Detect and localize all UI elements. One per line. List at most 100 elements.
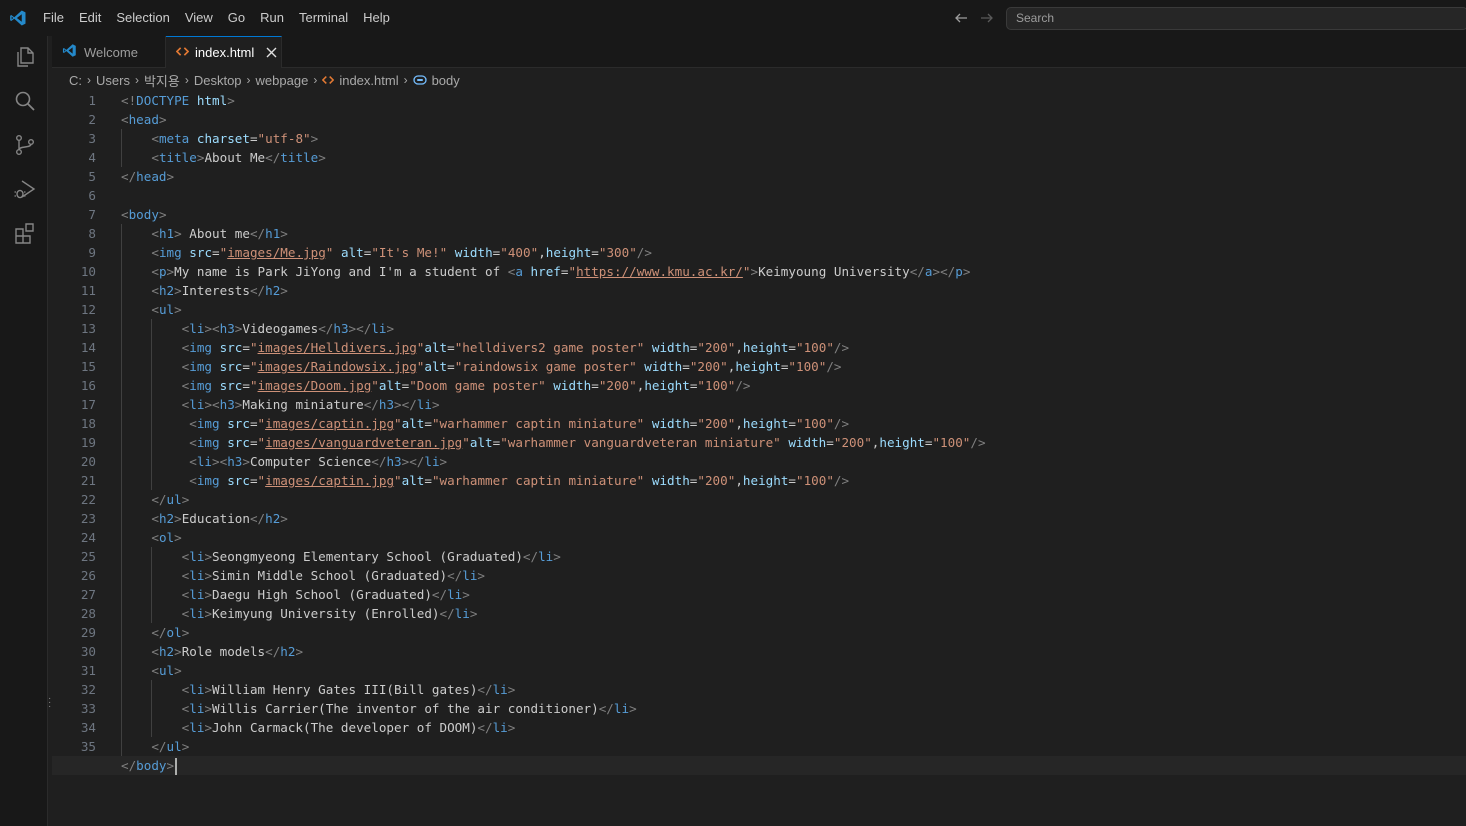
code-token: "200" [689, 359, 728, 374]
menu-edit[interactable]: Edit [72, 0, 109, 36]
code-token: > [166, 758, 175, 773]
code-line[interactable]: <img src="images/Doom.jpg"alt="Doom game… [121, 376, 1466, 395]
code-token: Interests [181, 283, 250, 298]
line-number: 28 [80, 606, 96, 621]
close-icon[interactable] [266, 46, 277, 60]
code-token: > [242, 454, 250, 469]
code-line[interactable]: </body> [52, 756, 1466, 775]
code-token: > [158, 207, 167, 222]
code-line[interactable]: <img src="images/captin.jpg"alt="warhamm… [121, 414, 1466, 433]
code-line[interactable]: <!DOCTYPE html> [121, 91, 1466, 110]
code-line[interactable]: <meta charset="utf-8"> [121, 129, 1466, 148]
code-line[interactable]: <li>John Carmack(The developer of DOOM)<… [121, 718, 1466, 737]
code-token: > [174, 530, 182, 545]
code-token: > [204, 549, 213, 564]
code-line[interactable] [121, 186, 1466, 205]
code-link[interactable]: images/Me.jpg [227, 245, 326, 260]
title-bar: File Edit Selection View Go Run Terminal… [0, 0, 1466, 36]
code-line[interactable]: <img src="images/Helldivers.jpg"alt="hel… [121, 338, 1466, 357]
breadcrumb-item[interactable]: 박지용 [144, 71, 180, 90]
code-line[interactable]: <img src="images/Raindowsix.jpg"alt="rai… [121, 357, 1466, 376]
code-token: < [189, 435, 197, 450]
code-line[interactable]: </ol> [121, 623, 1466, 642]
menu-selection[interactable]: Selection [109, 0, 177, 36]
code-token: < [121, 112, 129, 127]
code-line[interactable]: <h1> About me</h1> [121, 224, 1466, 243]
code-link[interactable]: images/Raindowsix.jpg [258, 359, 417, 374]
command-center-search[interactable]: Search [1006, 7, 1466, 30]
menu-run[interactable]: Run [253, 0, 292, 36]
code-link[interactable]: images/Doom.jpg [258, 378, 372, 393]
chevron-right-icon: › [134, 73, 139, 87]
breadcrumb-item[interactable]: body [432, 73, 460, 88]
menu-file[interactable]: File [36, 0, 72, 36]
code-token: "raindowsix game poster" [454, 359, 637, 374]
code-line[interactable]: <li><h3>Making miniature</h3></li> [121, 395, 1466, 414]
code-token: </ [121, 169, 137, 184]
line-number: 1 [88, 93, 96, 108]
indent-guide [121, 224, 122, 243]
breadcrumb-item[interactable]: Users [96, 73, 130, 88]
indent-guide [151, 433, 153, 452]
code-line[interactable]: <img src="images/captin.jpg"alt="warhamm… [121, 471, 1466, 490]
code-line[interactable]: <body> [121, 205, 1466, 224]
code-link[interactable]: https://www.kmu.ac.kr/ [576, 264, 743, 279]
breadcrumb-item[interactable]: Desktop [194, 73, 242, 88]
run-debug-icon[interactable] [12, 176, 38, 202]
code-line[interactable]: </head> [121, 167, 1466, 186]
menu-view[interactable]: View [178, 0, 221, 36]
sash-handle[interactable]: · · · [48, 694, 51, 712]
code-line[interactable]: <li><h3>Computer Science</h3></li> [121, 452, 1466, 471]
code-link[interactable]: images/captin.jpg [265, 416, 394, 431]
code-link[interactable]: images/captin.jpg [265, 473, 394, 488]
code-line[interactable]: <h2>Education</h2> [121, 509, 1466, 528]
code-line[interactable]: </ul> [121, 737, 1466, 756]
forward-arrow-icon[interactable] [978, 9, 996, 27]
back-arrow-icon[interactable] [952, 9, 970, 27]
breadcrumb-item[interactable]: index.html [339, 73, 398, 88]
code-line[interactable]: <img src="images/Me.jpg" alt="It's Me!" … [121, 243, 1466, 262]
code-line[interactable]: <ul> [121, 300, 1466, 319]
menu-terminal[interactable]: Terminal [292, 0, 356, 36]
code-token: = [242, 340, 250, 355]
code-token: title [158, 150, 197, 165]
source-control-icon[interactable] [12, 132, 38, 158]
code-token: src [227, 435, 250, 450]
code-line[interactable]: <img src="images/vanguardveteran.jpg"alt… [121, 433, 1466, 452]
code-line[interactable]: <h2>Interests</h2> [121, 281, 1466, 300]
extensions-icon[interactable] [12, 220, 38, 246]
code-line[interactable]: </ul> [121, 490, 1466, 509]
code-line[interactable]: <li><h3>Videogames</h3></li> [121, 319, 1466, 338]
code-line[interactable]: <li>Seongmyeong Elementary School (Gradu… [121, 547, 1466, 566]
menu-help[interactable]: Help [356, 0, 398, 36]
code-line[interactable]: <ul> [121, 661, 1466, 680]
code-line[interactable]: <p>My name is Park JiYong and I'm a stud… [121, 262, 1466, 281]
code-line[interactable]: <h2>Role models</h2> [121, 642, 1466, 661]
breadcrumb-item[interactable]: webpage [256, 73, 309, 88]
code-token: h2 [158, 283, 175, 298]
code-line[interactable]: <ol> [121, 528, 1466, 547]
code-area[interactable]: <!DOCTYPE html> <head> <meta charset="utf… [52, 91, 1466, 775]
code-link[interactable]: images/Helldivers.jpg [258, 340, 417, 355]
code-link[interactable]: images/vanguardveteran.jpg [265, 435, 462, 450]
explorer-icon[interactable] [12, 44, 38, 70]
code-line[interactable]: <li>William Henry Gates III(Bill gates)<… [121, 680, 1466, 699]
code-line[interactable]: <head> [121, 110, 1466, 129]
code-editor[interactable]: 1 2 3 4 5 6 7 8 9 10 11 12 13 14 15 16 17 18 19 20 21 22 23 24 2… [52, 91, 1466, 826]
code-line[interactable]: <li>Keimyung University (Enrolled)</li> [121, 604, 1466, 623]
code-line[interactable]: <li>Daegu High School (Graduated)</li> [121, 585, 1466, 604]
code-token: > [469, 606, 478, 621]
search-icon[interactable] [12, 88, 38, 114]
code-token: > [174, 283, 182, 298]
code-line[interactable]: <li>Willis Carrier(The inventor of the a… [121, 699, 1466, 718]
code-line[interactable]: <title>About Me</title> [121, 148, 1466, 167]
menu-go[interactable]: Go [221, 0, 253, 36]
tab-welcome[interactable]: Welcome [52, 36, 166, 68]
code-line[interactable]: <li>Simin Middle School (Graduated)</li> [121, 566, 1466, 585]
breadcrumb-item[interactable]: C: [69, 73, 82, 88]
indent-guide [151, 471, 153, 490]
code-token: li [371, 321, 387, 336]
tab-index-html[interactable]: index.html [166, 36, 282, 68]
